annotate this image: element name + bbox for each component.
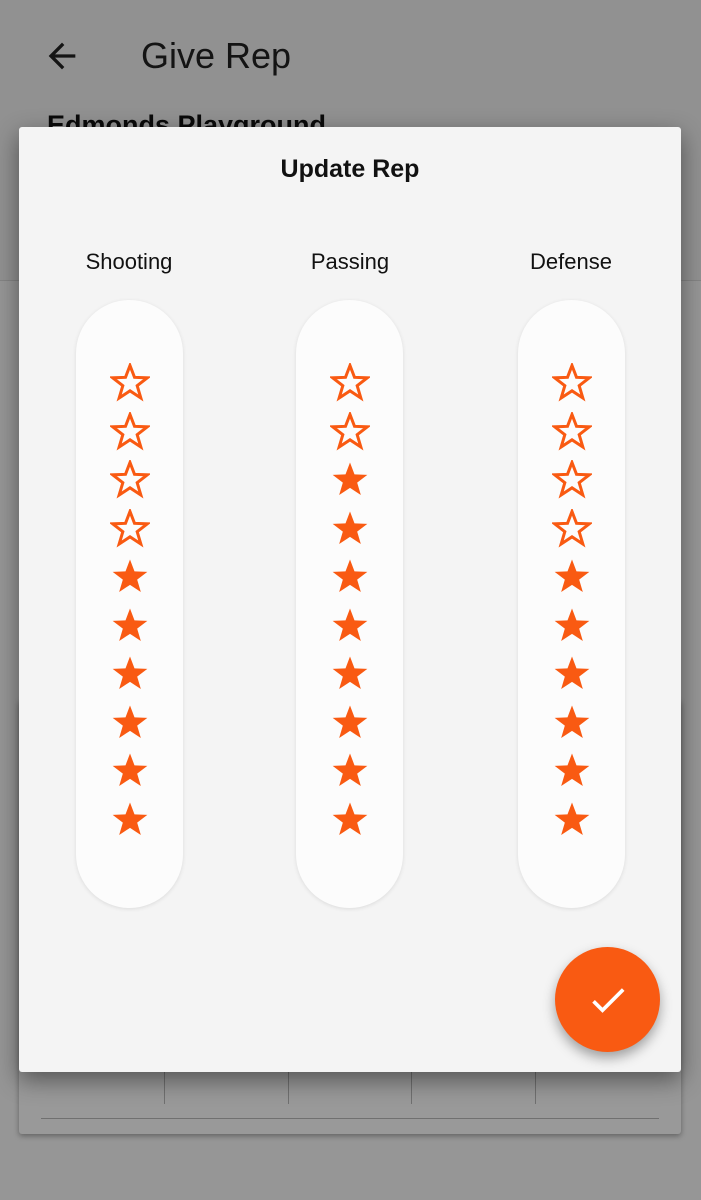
- star-outline-icon[interactable]: [330, 363, 370, 403]
- star-filled-icon[interactable]: [330, 654, 370, 694]
- rating-column-shooting: [76, 300, 183, 908]
- star-filled-icon[interactable]: [552, 703, 592, 743]
- check-icon: [591, 987, 624, 1013]
- star-outline-icon[interactable]: [110, 508, 150, 549]
- star-filled-icon[interactable]: [552, 557, 592, 597]
- star-outline-icon[interactable]: [110, 411, 150, 452]
- star-filled-icon[interactable]: [552, 751, 592, 791]
- star-filled-icon[interactable]: [110, 606, 150, 646]
- star-outline-icon[interactable]: [552, 411, 592, 452]
- star-filled-icon[interactable]: [330, 460, 370, 500]
- star-filled-icon[interactable]: [330, 703, 370, 743]
- star-filled-icon[interactable]: [110, 800, 150, 840]
- star-outline-icon[interactable]: [330, 411, 370, 452]
- star-filled-icon[interactable]: [330, 557, 370, 597]
- star-outline-icon[interactable]: [110, 363, 150, 403]
- star-filled-icon[interactable]: [552, 800, 592, 840]
- star-filled-icon[interactable]: [110, 654, 150, 694]
- update-rep-dialog: Update Rep Shooting Passing Defense: [19, 127, 681, 1072]
- star-filled-icon[interactable]: [552, 654, 592, 694]
- star-filled-icon[interactable]: [552, 606, 592, 646]
- star-filled-icon[interactable]: [110, 703, 150, 743]
- submit-rep-button[interactable]: [555, 947, 660, 1052]
- star-filled-icon[interactable]: [330, 800, 370, 840]
- star-outline-icon[interactable]: [552, 363, 592, 403]
- star-outline-icon[interactable]: [552, 460, 592, 500]
- category-label-passing: Passing: [310, 249, 390, 274]
- star-filled-icon[interactable]: [330, 751, 370, 791]
- rating-column-passing: [296, 300, 403, 908]
- rating-column-defense: [518, 300, 625, 908]
- star-filled-icon[interactable]: [330, 606, 370, 646]
- star-filled-icon[interactable]: [110, 557, 150, 597]
- dialog-title: Update Rep: [280, 155, 420, 183]
- category-label-defense: Defense: [530, 249, 612, 274]
- star-outline-icon[interactable]: [552, 508, 592, 549]
- star-filled-icon[interactable]: [110, 751, 150, 791]
- star-filled-icon[interactable]: [330, 509, 370, 549]
- star-outline-icon[interactable]: [110, 460, 150, 500]
- category-label-shooting: Shooting: [85, 249, 173, 274]
